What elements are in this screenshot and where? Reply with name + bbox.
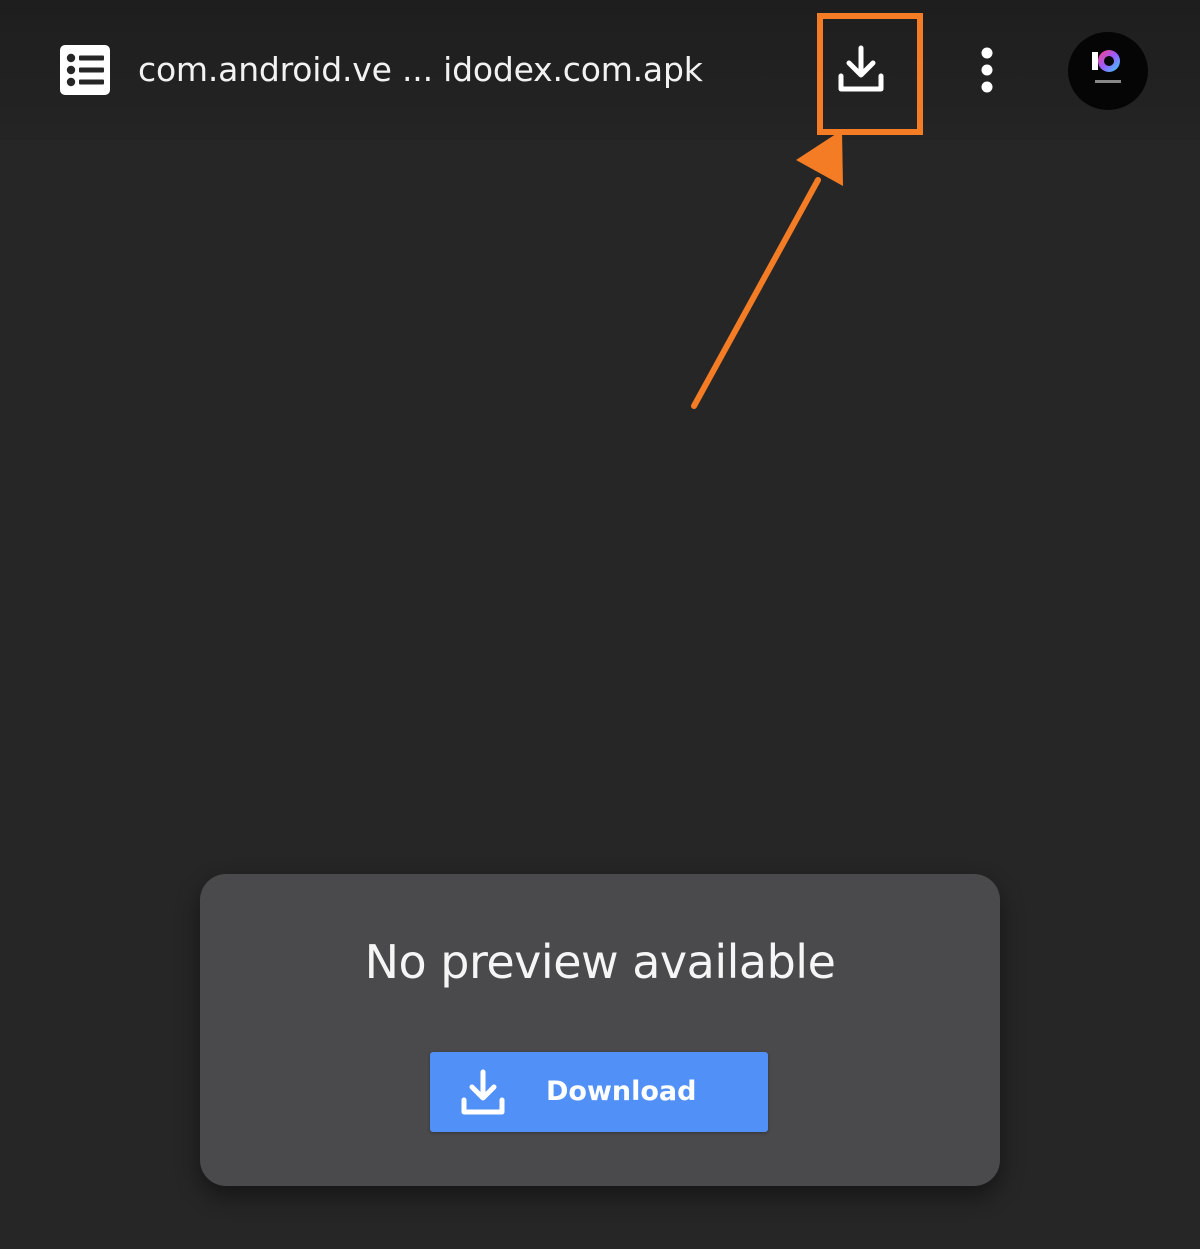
more-vert-icon	[981, 47, 993, 93]
more-options-button[interactable]	[962, 40, 1012, 100]
file-name-title: com.android.ve ... idodex.com.apk	[138, 50, 703, 89]
file-list-icon	[60, 45, 110, 95]
download-icon	[838, 45, 884, 92]
profile-avatar[interactable]	[1068, 32, 1148, 110]
no-preview-message: No preview available	[364, 935, 836, 989]
download-icon	[461, 1069, 505, 1115]
top-app-bar: com.android.ve ... idodex.com.apk	[0, 0, 1200, 140]
no-preview-card: No preview available Download	[200, 874, 1000, 1186]
download-button[interactable]: Download	[430, 1052, 768, 1132]
toolbar-download-button[interactable]	[826, 34, 896, 104]
download-button-label: Download	[546, 1076, 697, 1107]
